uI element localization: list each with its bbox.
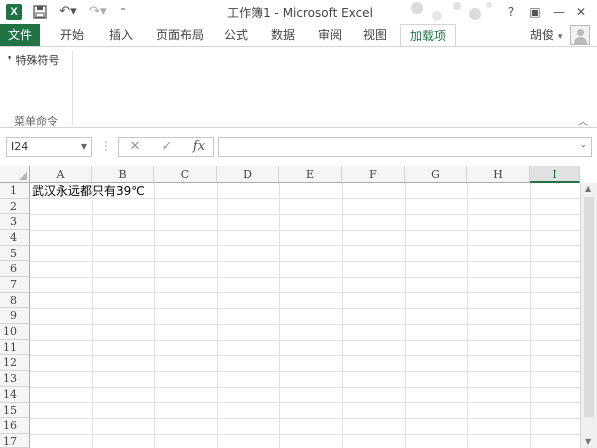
row-header-16[interactable]: 16: [0, 418, 30, 434]
tab-formulas[interactable]: 公式: [216, 24, 256, 46]
formula-bar-separator-icon[interactable]: ⋮: [100, 139, 112, 153]
formula-input[interactable]: ⌄: [218, 137, 592, 157]
row-header-12[interactable]: 12: [0, 355, 30, 372]
select-all-corner[interactable]: [0, 166, 30, 183]
enter-icon[interactable]: ✓: [156, 137, 178, 157]
close-icon[interactable]: ✕: [570, 2, 592, 22]
row-header-3[interactable]: 3: [0, 214, 30, 231]
row-header-10[interactable]: 10: [0, 324, 30, 340]
insert-function-icon[interactable]: fx: [188, 137, 210, 157]
row-header-6[interactable]: 6: [0, 261, 30, 278]
scrollbar-thumb[interactable]: [584, 197, 594, 417]
row-header-11[interactable]: 11: [0, 339, 30, 356]
row-header-4[interactable]: 4: [0, 230, 30, 246]
cell-a1[interactable]: 武汉永远都只有39℃: [32, 184, 145, 199]
minimize-icon[interactable]: —: [548, 2, 570, 22]
scroll-up-icon[interactable]: ▲: [585, 184, 591, 193]
column-header-b[interactable]: B: [92, 166, 154, 183]
avatar[interactable]: [570, 25, 590, 45]
row-header-17[interactable]: 17: [0, 433, 30, 448]
tab-view[interactable]: 视图: [355, 24, 395, 46]
title-bar: X ↶▾ ↷▾ ⁼ 工作簿1 - Microsoft Excel ? ▣ — ✕: [0, 0, 597, 24]
ribbon-group-label: 菜单命令: [14, 115, 58, 128]
help-button[interactable]: ?: [500, 2, 522, 22]
column-header-d[interactable]: D: [217, 166, 279, 183]
scroll-down-icon[interactable]: ▼: [585, 437, 591, 446]
cancel-icon[interactable]: ✕: [124, 137, 146, 157]
column-header-e[interactable]: E: [279, 166, 342, 183]
tab-insert[interactable]: 插入: [101, 24, 141, 46]
redo-icon[interactable]: ↷▾: [86, 3, 110, 21]
ribbon: ❜ 特殊符号 菜单命令 ︿: [0, 46, 597, 128]
ribbon-group-separator: [72, 51, 73, 125]
column-header-c[interactable]: C: [154, 166, 217, 183]
chevron-down-icon[interactable]: ▼: [81, 138, 87, 156]
row-header-8[interactable]: 8: [0, 292, 30, 309]
row-header-2[interactable]: 2: [0, 198, 30, 215]
collapse-ribbon-icon[interactable]: ︿: [578, 113, 588, 128]
row-header-7[interactable]: 7: [0, 277, 30, 293]
tab-file[interactable]: 文件: [0, 24, 40, 46]
gridlines: [30, 183, 580, 448]
tab-home[interactable]: 开始: [52, 24, 92, 46]
customize-qat-icon[interactable]: ⁼: [116, 3, 130, 21]
vertical-scrollbar[interactable]: ▲ ▼: [580, 183, 597, 448]
excel-logo-icon: X: [6, 4, 22, 20]
ribbon-display-options-icon[interactable]: ▣: [524, 2, 546, 22]
row-header-13[interactable]: 13: [0, 371, 30, 387]
save-icon[interactable]: [30, 3, 50, 21]
tab-data[interactable]: 数据: [263, 24, 303, 46]
tab-review[interactable]: 审阅: [310, 24, 350, 46]
column-header-h[interactable]: H: [467, 166, 530, 183]
column-header-a[interactable]: A: [30, 166, 92, 183]
window-title: 工作簿1 - Microsoft Excel: [227, 6, 373, 20]
formula-bar: I24 ▼ ⋮ ✕ ✓ fx ⌄: [0, 129, 597, 166]
spreadsheet-grid[interactable]: A B C D E F G H I 1 2 3 4 5 6 7 8 9 10 1…: [0, 166, 597, 448]
row-header-14[interactable]: 14: [0, 386, 30, 403]
decorative-pattern: [411, 2, 492, 21]
row-header-15[interactable]: 15: [0, 402, 30, 419]
special-symbols-button[interactable]: ❜ 特殊符号: [8, 52, 60, 68]
expand-formula-bar-icon[interactable]: ⌄: [579, 140, 587, 150]
undo-icon[interactable]: ↶▾: [56, 3, 80, 21]
bullet-icon: ❜: [8, 54, 12, 67]
column-header-g[interactable]: G: [405, 166, 467, 183]
user-name[interactable]: 胡俊 ▾: [530, 24, 562, 46]
tab-page-layout[interactable]: 页面布局: [152, 24, 208, 46]
column-header-f[interactable]: F: [342, 166, 405, 183]
row-header-5[interactable]: 5: [0, 245, 30, 262]
column-header-i[interactable]: I: [530, 166, 580, 183]
tab-add-ins[interactable]: 加载项: [400, 24, 456, 46]
name-box[interactable]: I24 ▼: [6, 137, 92, 157]
row-header-9[interactable]: 9: [0, 308, 30, 325]
row-header-1[interactable]: 1: [0, 183, 30, 199]
